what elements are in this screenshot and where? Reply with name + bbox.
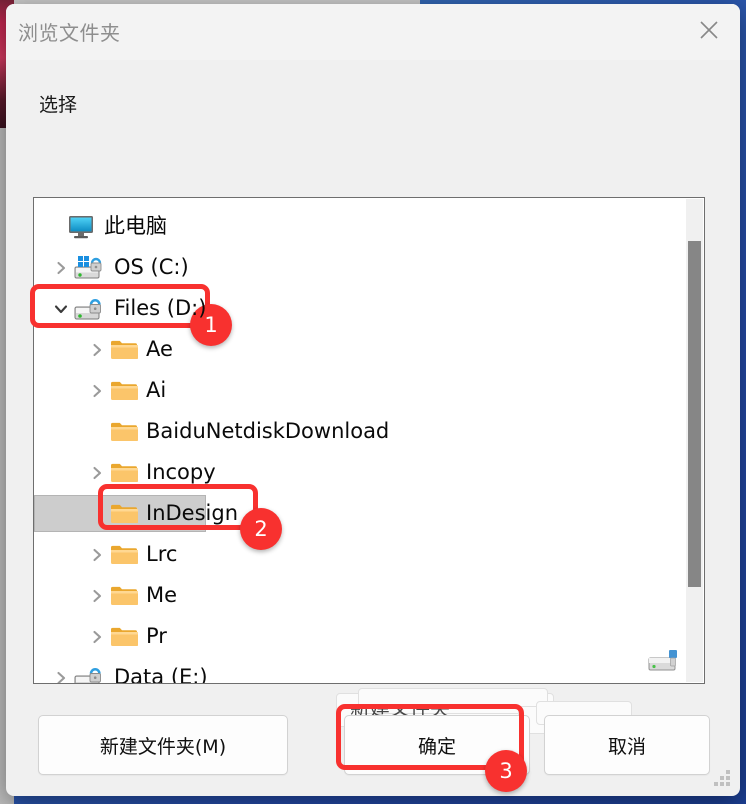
- render-artifact-drive-icon: [648, 648, 682, 679]
- expander-chevron-right[interactable]: [84, 465, 110, 481]
- tree-item-data-e[interactable]: Data (E:): [34, 657, 704, 684]
- tree-scrollbar-thumb[interactable]: [688, 241, 701, 587]
- resize-grip-icon[interactable]: [714, 770, 732, 788]
- folder-icon: [111, 545, 138, 564]
- computer-icon: [69, 215, 93, 238]
- chevron-right-icon: [93, 466, 102, 479]
- folder-icon: [110, 502, 138, 525]
- expander-chevron-right[interactable]: [84, 383, 110, 399]
- tree-item-label: Pr: [146, 624, 167, 648]
- expander-chevron-right[interactable]: [84, 629, 110, 645]
- chevron-right-icon: [57, 261, 66, 274]
- prompt-label: 选择: [39, 94, 78, 116]
- tree-scrollbar[interactable]: [686, 199, 703, 682]
- tree-item-label: Ai: [146, 378, 167, 402]
- drive-icon: [74, 667, 101, 683]
- folder-icon: [111, 627, 138, 646]
- tree-item-label: Data (E:): [114, 665, 208, 684]
- dialog-titlebar: 浏览文件夹: [6, 4, 740, 60]
- chevron-right-icon: [57, 671, 66, 683]
- tree-item-indesign[interactable]: InDesign: [34, 493, 704, 534]
- computer-icon: [68, 215, 96, 239]
- folder-icon: [111, 504, 138, 523]
- chevron-right-icon: [93, 630, 102, 643]
- tree-item-files-d[interactable]: Files (D:): [34, 288, 704, 329]
- browse-folder-dialog: 浏览文件夹 选择 此电脑 OS (C:) Files (D:) Ae Ai Ba…: [6, 4, 740, 796]
- tree-item-label: Me: [146, 583, 178, 607]
- folder-icon: [110, 338, 138, 361]
- chevron-right-icon: [93, 343, 102, 356]
- tree-item-ai[interactable]: Ai: [34, 370, 704, 411]
- tree-item-label: 此电脑: [104, 214, 167, 238]
- chevron-right-icon: [93, 384, 102, 397]
- folder-icon: [111, 381, 138, 400]
- cancel-button[interactable]: 取消: [544, 715, 710, 775]
- ok-button[interactable]: 确定: [344, 715, 530, 775]
- folder-icon: [110, 420, 138, 443]
- folder-icon: [110, 379, 138, 402]
- expander-chevron-down[interactable]: [48, 301, 74, 317]
- new-folder-button[interactable]: 新建文件夹(M): [38, 715, 288, 775]
- drive-icon: [74, 298, 101, 319]
- folder-icon: [110, 584, 138, 607]
- folder-tree-panel: 此电脑 OS (C:) Files (D:) Ae Ai BaiduNetdis…: [33, 197, 705, 684]
- folder-icon: [111, 586, 138, 605]
- chevron-right-icon: [93, 548, 102, 561]
- tree-item-label: InDesign: [146, 501, 239, 525]
- folder-icon: [111, 340, 138, 359]
- tree-item-os-c[interactable]: OS (C:): [34, 247, 704, 288]
- folder-tree-list[interactable]: 此电脑 OS (C:) Files (D:) Ae Ai BaiduNetdis…: [34, 198, 704, 683]
- drive-icon: [74, 296, 106, 322]
- folder-icon: [110, 461, 138, 484]
- expander-chevron-right[interactable]: [84, 547, 110, 563]
- expander-chevron-right[interactable]: [84, 342, 110, 358]
- folder-icon: [110, 625, 138, 648]
- tree-item-lrc[interactable]: Lrc: [34, 534, 704, 575]
- dialog-title: 浏览文件夹: [18, 21, 121, 45]
- chevron-right-icon: [93, 589, 102, 602]
- tree-item-pr[interactable]: Pr: [34, 616, 704, 657]
- tree-item-label: Files (D:): [114, 296, 207, 320]
- expander-chevron-right[interactable]: [48, 260, 74, 276]
- tree-item-ae[interactable]: Ae: [34, 329, 704, 370]
- expander-chevron-right[interactable]: [84, 588, 110, 604]
- tree-item-[interactable]: 此电脑: [34, 206, 704, 247]
- tree-item-label: BaiduNetdiskDownload: [146, 419, 390, 443]
- folder-icon: [111, 463, 138, 482]
- folder-icon: [111, 422, 138, 441]
- tree-item-label: Lrc: [146, 542, 178, 566]
- tree-item-label: Incopy: [146, 460, 216, 484]
- close-button[interactable]: [678, 4, 740, 56]
- drive-os-icon: [74, 255, 106, 281]
- tree-item-incopy[interactable]: Incopy: [34, 452, 704, 493]
- tree-item-me[interactable]: Me: [34, 575, 704, 616]
- drive-os-icon: [74, 255, 102, 278]
- tree-item-label: OS (C:): [114, 255, 189, 279]
- chevron-down-icon: [54, 304, 68, 313]
- expander-chevron-right[interactable]: [48, 670, 74, 683]
- folder-icon: [110, 543, 138, 566]
- tree-item-baidunetdiskdownload[interactable]: BaiduNetdiskDownload: [34, 411, 704, 452]
- close-icon: [700, 21, 718, 39]
- drive-icon: [74, 665, 106, 683]
- tree-item-label: Ae: [146, 337, 173, 361]
